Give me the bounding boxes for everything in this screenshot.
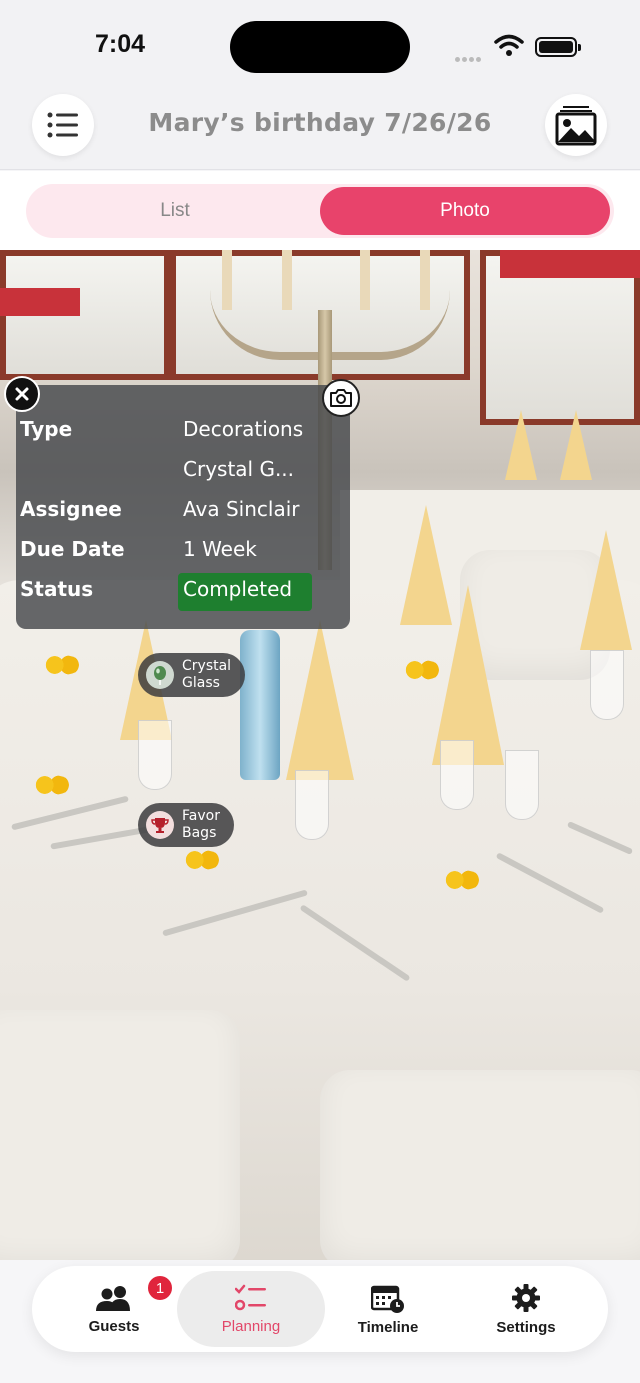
close-card-button[interactable] xyxy=(4,376,40,412)
photo-flowers xyxy=(40,655,82,675)
status-value: Completed xyxy=(183,577,293,601)
assignee-label: Assignee xyxy=(20,497,122,521)
photo-glass xyxy=(138,720,172,790)
change-photo-button[interactable] xyxy=(545,94,607,156)
type-row: Type Decorations xyxy=(20,413,320,449)
status-bar: 7:04 xyxy=(0,0,640,90)
photo-flowers xyxy=(440,870,482,890)
nav-guests-label: Guests xyxy=(88,1317,140,1335)
nav-settings[interactable]: Settings xyxy=(461,1266,591,1352)
photo-napkin xyxy=(560,410,592,480)
tab-list[interactable]: List xyxy=(30,187,320,235)
calendar-clock-icon xyxy=(371,1285,404,1313)
type-label: Type xyxy=(20,417,73,441)
photo-glass xyxy=(440,740,474,810)
tag-label-line2: Glass xyxy=(182,675,220,691)
page-title: Mary’s birthday 7/26/26 xyxy=(148,108,492,137)
app-header: Mary’s birthday 7/26/26 xyxy=(0,90,640,170)
photo-napkin xyxy=(505,410,537,480)
view-toggle: List Photo xyxy=(26,184,614,238)
item-name-value: Crystal G... xyxy=(183,457,295,481)
close-icon xyxy=(15,387,29,401)
checklist-icon xyxy=(235,1284,266,1310)
tab-photo[interactable]: Photo xyxy=(320,187,610,235)
guests-badge: 1 xyxy=(146,1274,174,1302)
photo-flowers xyxy=(180,850,222,870)
menu-button[interactable] xyxy=(32,94,94,156)
photo-water-bottle xyxy=(240,630,280,780)
tag-label-line1: Favor xyxy=(182,808,220,824)
type-value: Decorations xyxy=(183,417,304,441)
photo-tag-crystal-glass[interactable]: Crystal Glass xyxy=(138,653,246,697)
nav-timeline-label: Timeline xyxy=(357,1318,419,1336)
signal-icon xyxy=(455,47,485,62)
due-date-row: Due Date 1 Week xyxy=(20,533,320,569)
image-icon xyxy=(555,106,597,146)
photo-glass xyxy=(590,650,624,720)
camera-button[interactable] xyxy=(322,379,360,417)
due-date-label: Due Date xyxy=(20,537,125,561)
balloon-icon xyxy=(146,661,174,689)
view-toggle-area: List Photo xyxy=(0,171,640,250)
status-label: Status xyxy=(20,577,94,601)
tag-label-line1: Crystal xyxy=(182,658,232,674)
camera-icon xyxy=(330,389,352,407)
list-icon xyxy=(47,112,78,138)
photo-napkin xyxy=(580,530,632,650)
nav-settings-label: Settings xyxy=(496,1318,556,1336)
photo-awning xyxy=(500,250,640,278)
nav-planning[interactable]: Planning xyxy=(177,1271,325,1347)
assignee-row: Assignee Ava Sinclair xyxy=(20,493,320,529)
photo-awning xyxy=(0,288,80,316)
photo-flowers xyxy=(30,775,72,795)
due-date-value: 1 Week xyxy=(183,537,257,561)
trophy-icon xyxy=(146,811,174,839)
tag-label-line2: Bags xyxy=(182,825,217,841)
photo-napkin xyxy=(432,585,504,765)
photo-glass xyxy=(295,770,329,840)
photo-flowers xyxy=(400,660,442,680)
guests-icon xyxy=(96,1285,130,1311)
item-name-row: Crystal G... xyxy=(20,453,320,489)
gear-icon xyxy=(512,1283,540,1312)
bottom-nav: Guests 1 Planning Timeline Settings xyxy=(32,1266,608,1352)
status-row: Status Completed xyxy=(20,573,320,609)
photo-napkin xyxy=(286,620,354,780)
wifi-icon xyxy=(494,34,524,56)
photo-glass xyxy=(505,750,539,820)
photo-chair xyxy=(0,1010,240,1260)
nav-timeline[interactable]: Timeline xyxy=(323,1266,453,1352)
dynamic-island xyxy=(230,21,410,73)
photo-chair xyxy=(320,1070,640,1260)
status-time: 7:04 xyxy=(95,30,146,58)
battery-icon xyxy=(535,37,581,57)
nav-guests[interactable]: Guests 1 xyxy=(49,1266,179,1352)
nav-planning-label: Planning xyxy=(221,1317,281,1335)
assignee-value: Ava Sinclair xyxy=(183,497,300,521)
photo-tag-favor-bags[interactable]: Favor Bags xyxy=(138,803,234,847)
